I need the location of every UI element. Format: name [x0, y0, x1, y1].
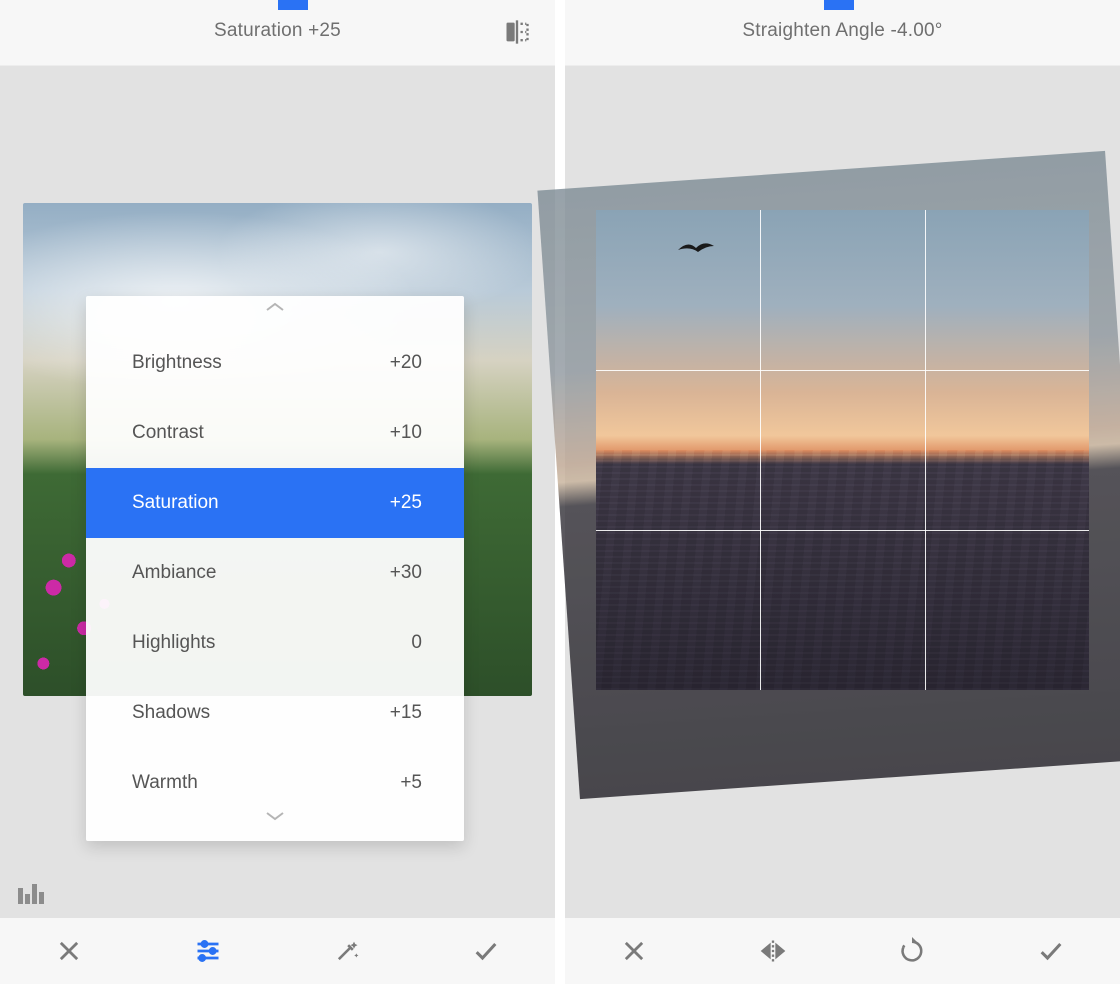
adjustment-row-brightness[interactable]: Brightness +20 [86, 328, 464, 398]
flip-horizontal-button[interactable] [754, 932, 792, 970]
slider-indicator[interactable] [278, 0, 308, 10]
ocean-sunset-photo [596, 210, 1089, 690]
adjustment-label: Ambiance [132, 562, 217, 584]
adjustment-value: +15 [390, 702, 422, 724]
adjustment-value: +5 [400, 772, 422, 794]
compare-icon[interactable] [503, 18, 531, 46]
bottom-toolbar [565, 918, 1120, 984]
adjustment-row-ambiance[interactable]: Ambiance +30 [86, 538, 464, 608]
rotate-button[interactable] [893, 932, 931, 970]
adjustment-row-saturation[interactable]: Saturation +25 [86, 468, 464, 538]
straighten-panel: Straighten Angle -4.00° [565, 0, 1120, 984]
adjustment-row-warmth[interactable]: Warmth +5 [86, 748, 464, 818]
tune-button[interactable] [189, 932, 227, 970]
slider-indicator[interactable] [824, 0, 854, 10]
confirm-button[interactable] [467, 932, 505, 970]
adjustment-title: Saturation +25 [0, 20, 555, 42]
adjustment-row-shadows[interactable]: Shadows +15 [86, 678, 464, 748]
histogram-icon[interactable] [18, 882, 44, 904]
auto-enhance-button[interactable] [328, 932, 366, 970]
adjustment-label: Warmth [132, 772, 198, 794]
adjustment-label: Highlights [132, 632, 215, 654]
adjustment-value: 0 [411, 632, 422, 654]
adjustment-row-contrast[interactable]: Contrast +10 [86, 398, 464, 468]
image-preview[interactable] [588, 200, 1097, 750]
adjustment-label: Shadows [132, 702, 210, 724]
adjustment-label: Contrast [132, 422, 204, 444]
confirm-button[interactable] [1032, 932, 1070, 970]
tune-image-panel: Saturation +25 Brightness +20 [0, 0, 555, 984]
adjustment-value: +20 [390, 352, 422, 374]
adjustment-value: +10 [390, 422, 422, 444]
chevron-up-icon[interactable] [86, 300, 464, 328]
adjustment-row-highlights[interactable]: Highlights 0 [86, 608, 464, 678]
adjustment-value: +25 [390, 492, 422, 514]
close-button[interactable] [615, 932, 653, 970]
adjustments-menu[interactable]: Brightness +20 Contrast +10 Saturation +25 Amb… [86, 296, 464, 841]
close-button[interactable] [50, 932, 88, 970]
bird-silhouette [676, 240, 716, 256]
straighten-title: Straighten Angle -4.00° [565, 20, 1120, 42]
crop-frame[interactable] [596, 210, 1089, 690]
adjustment-value: +30 [390, 562, 422, 584]
chevron-down-icon[interactable] [86, 809, 464, 837]
adjustment-label: Brightness [132, 352, 222, 374]
adjustment-label: Saturation [132, 492, 219, 514]
bottom-toolbar [0, 918, 555, 984]
